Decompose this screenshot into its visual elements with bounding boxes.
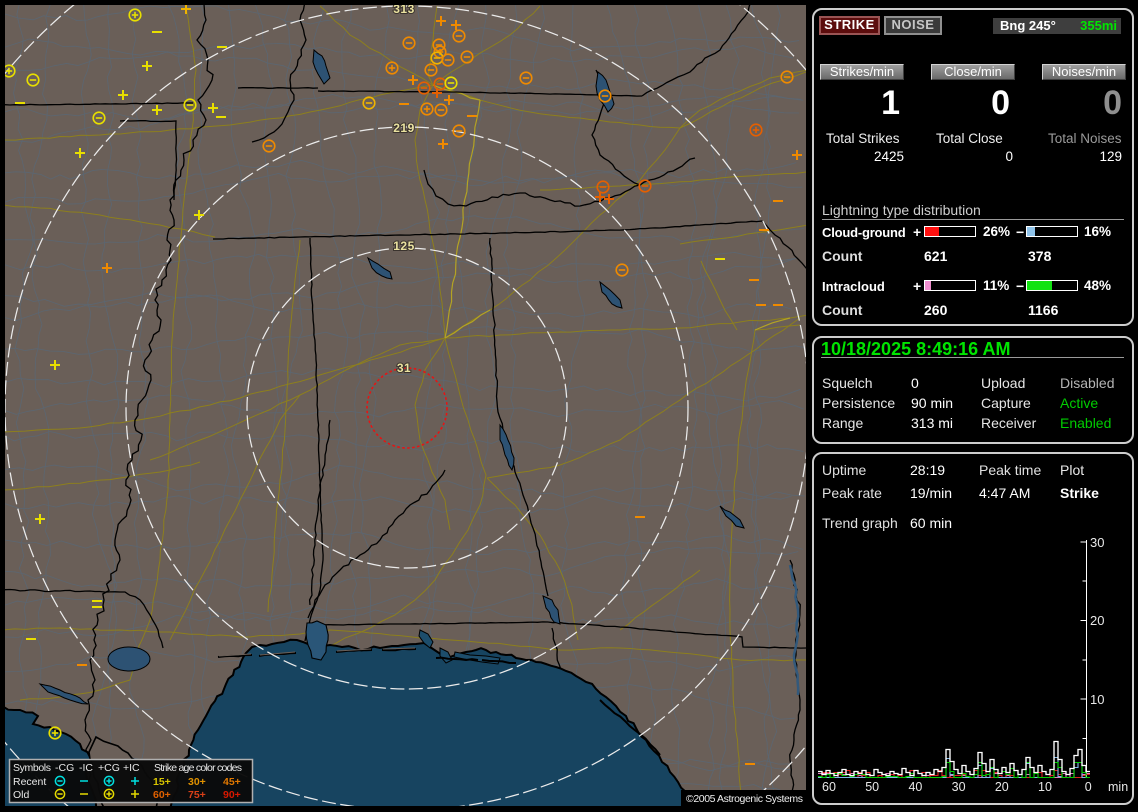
svg-text:30: 30 [1090,535,1104,550]
svg-text:45+: 45+ [223,776,241,788]
svg-text:30: 30 [952,780,966,794]
svg-text:125: 125 [393,239,415,253]
svg-text:40: 40 [908,780,922,794]
svg-text:+IC: +IC [123,762,140,774]
svg-text:Old: Old [13,789,30,801]
svg-text:©2005 Astrogenic Systems: ©2005 Astrogenic Systems [686,793,803,805]
svg-text:0: 0 [1085,780,1092,794]
svg-text:20: 20 [995,780,1009,794]
svg-text:31: 31 [397,361,411,375]
svg-text:15+: 15+ [153,776,171,788]
svg-text:60+: 60+ [153,789,171,801]
svg-text:10: 10 [1038,780,1052,794]
svg-text:30+: 30+ [188,776,206,788]
svg-text:Strike age color codes: Strike age color codes [154,762,242,774]
svg-text:313: 313 [393,5,415,16]
svg-text:+CG: +CG [98,762,120,774]
svg-text:20: 20 [1090,613,1104,628]
svg-text:75+: 75+ [188,789,206,801]
svg-text:Recent: Recent [13,776,46,788]
svg-text:-CG: -CG [55,762,74,774]
svg-text:90+: 90+ [223,789,241,801]
svg-text:min: min [1108,780,1128,794]
svg-text:50: 50 [865,780,879,794]
svg-text:Symbols: Symbols [13,762,51,774]
svg-text:-IC: -IC [79,762,93,774]
svg-text:10: 10 [1090,692,1104,707]
svg-text:219: 219 [393,121,415,135]
svg-text:60: 60 [822,780,836,794]
